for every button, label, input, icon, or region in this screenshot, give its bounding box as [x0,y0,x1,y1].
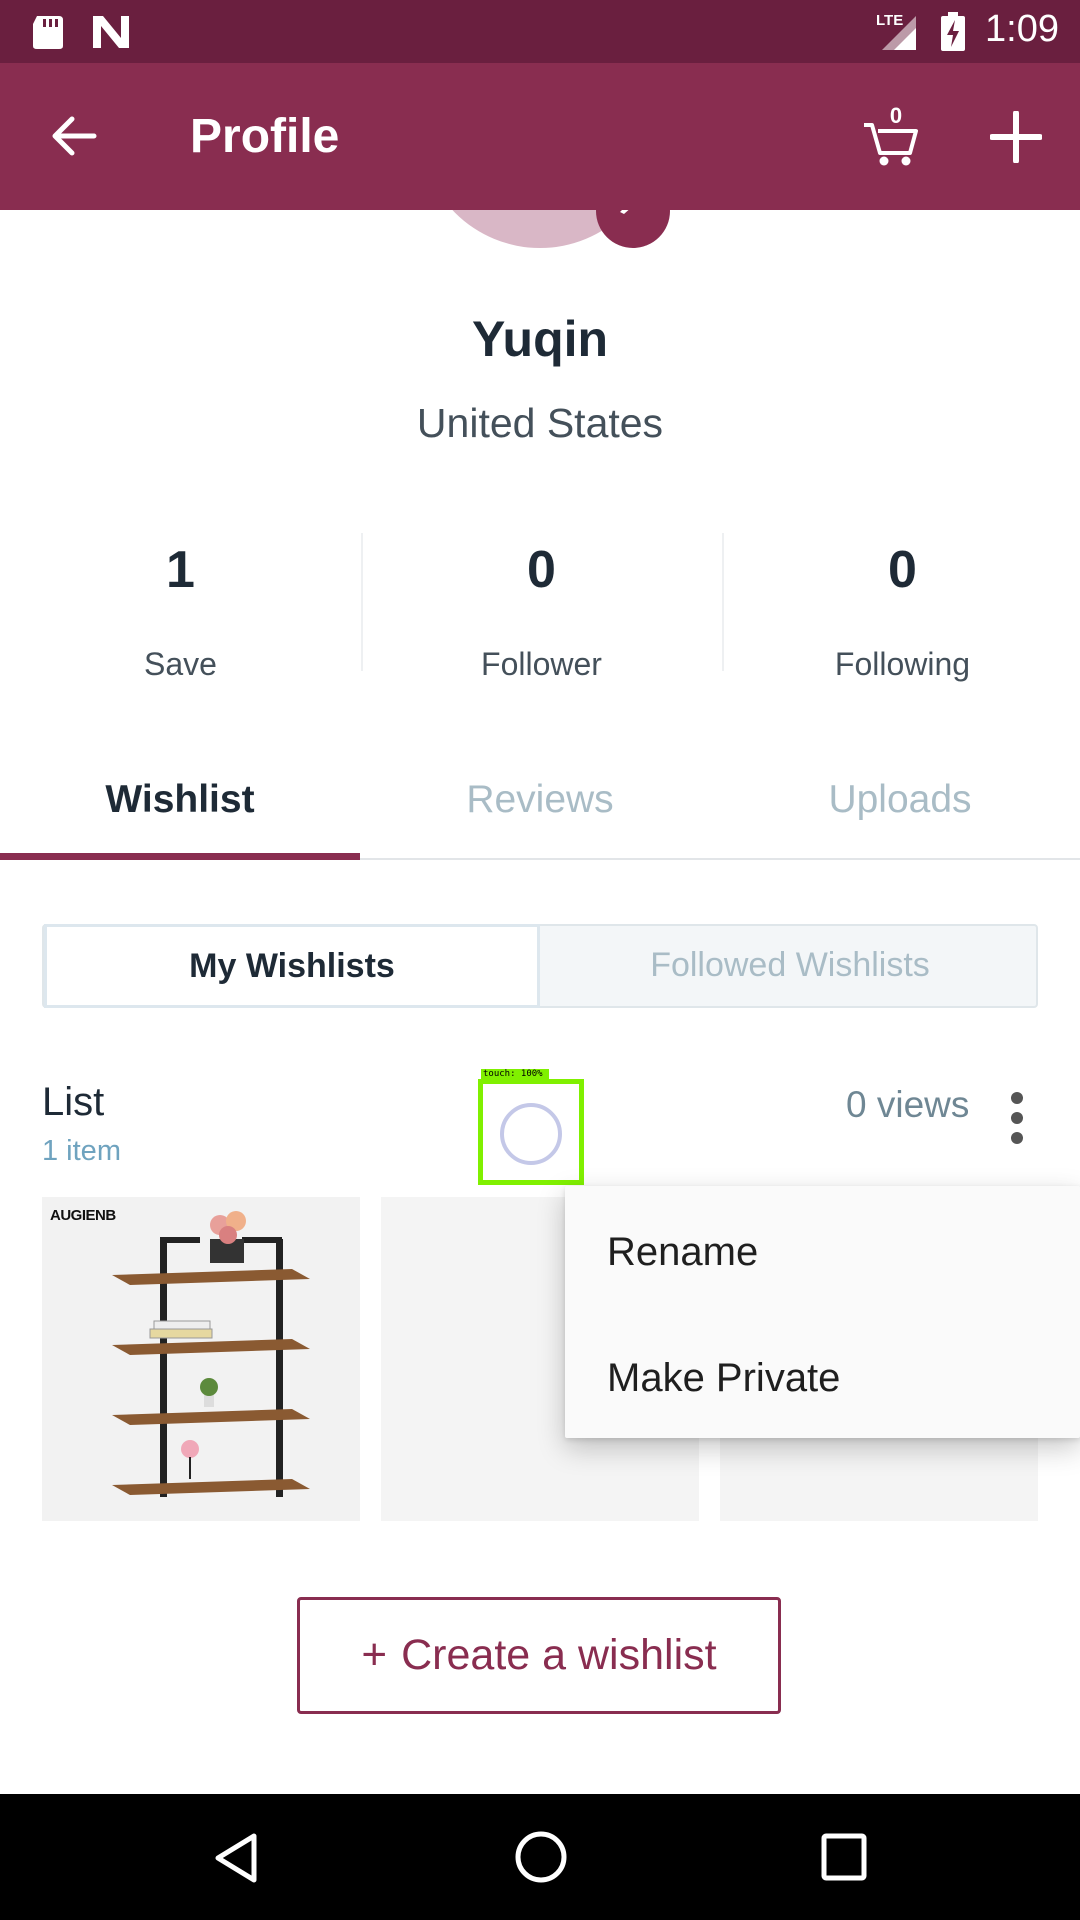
touch-point [500,1103,562,1165]
wishlist-item-count: 1 item [42,1135,121,1167]
stat-value: 0 [527,541,556,599]
stat-save[interactable]: 1 Save [0,540,361,683]
create-wishlist-label: Create a wishlist [401,1631,717,1679]
battery-charging-icon [941,12,965,51]
sd-card-icon [33,16,63,49]
stat-label: Follower [481,646,602,682]
active-tab-indicator [0,853,360,860]
wishlist-options-menu: Rename Make Private [565,1186,1080,1438]
tab-uploads[interactable]: Uploads [720,740,1080,860]
wishlist-name[interactable]: List [42,1080,104,1125]
menu-item-rename[interactable]: Rename [607,1230,758,1275]
create-wishlist-button[interactable]: + Create a wishlist [297,1597,781,1714]
menu-item-make-private[interactable]: Make Private [607,1356,840,1401]
status-bar: LTE 1:09 [0,0,1080,63]
app-bar: Profile 0 [0,63,1080,210]
profile-country: United States [416,400,664,446]
brand-logo: AUGIENB [50,1207,116,1224]
nav-recents-icon[interactable] [820,1832,868,1882]
stat-label: Following [834,646,971,682]
more-options-icon[interactable] [1002,1090,1032,1150]
nav-back-icon[interactable] [212,1832,260,1884]
clock: 1:09 [985,8,1059,50]
page-title: Profile [190,110,340,163]
wishlist-thumbnail[interactable]: AUGIENB [42,1197,360,1521]
profile-tabs: Wishlist Reviews Uploads [0,740,1080,860]
shelf-image [112,1211,310,1497]
cart-count-badge: 0 [889,103,903,128]
n-icon [93,16,129,48]
stat-follower[interactable]: 0 Follower [361,540,722,683]
back-arrow-icon[interactable] [46,109,100,163]
network-type-label: LTE [876,12,904,29]
plus-icon: + [361,1630,388,1679]
stat-value: 0 [888,541,917,599]
plus-icon[interactable] [990,111,1042,163]
nav-home-icon[interactable] [514,1830,568,1884]
profile-name: Yuqin [471,311,609,367]
stat-value: 1 [166,541,195,599]
system-navigation-bar [0,1794,1080,1920]
wishlist-segment-control: Followed Wishlists My Wishlists [42,924,1038,1008]
wishlist-views: 0 views [846,1084,970,1125]
followed-wishlists-segment[interactable]: Followed Wishlists [542,926,1038,1006]
stat-following[interactable]: 0 Following [722,540,1080,683]
tab-wishlist[interactable]: Wishlist [0,740,360,860]
tab-reviews[interactable]: Reviews [360,740,720,860]
my-wishlists-segment[interactable]: My Wishlists [44,924,540,1008]
stat-label: Save [144,646,217,682]
